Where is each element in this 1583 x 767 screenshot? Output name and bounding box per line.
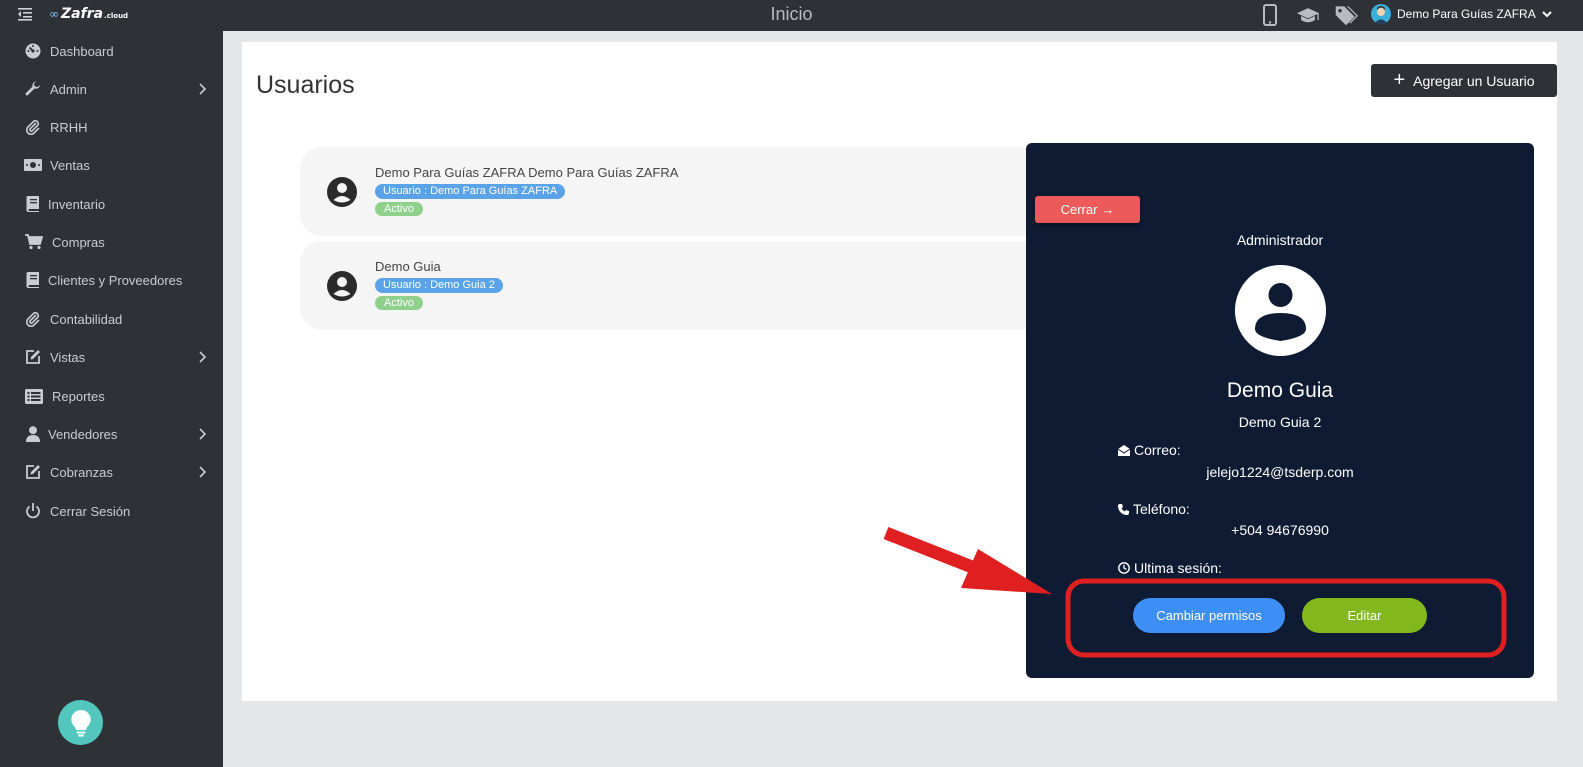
wrench-icon [24,80,42,98]
clock-icon [1118,562,1130,574]
chevron-right-icon [199,466,207,478]
top-icons [1258,3,1358,27]
add-user-button[interactable]: + Agregar un Usuario [1371,64,1557,97]
user-circle-icon [327,177,357,207]
chevron-right-icon [199,83,207,95]
chevron-down-icon [1542,11,1552,18]
sidebar-item-ventas[interactable]: Ventas [0,150,223,180]
list-icon [25,387,43,405]
email-value: jelejo1224@tsderp.com [1206,464,1354,480]
user-name: Demo Para Guías ZAFRA [1397,7,1536,21]
sidebar-item-label: Compras [52,234,105,250]
sidebar-item-vendedores[interactable]: Vendedores [0,419,223,449]
avatar [1371,4,1391,24]
paperclip-icon [24,310,42,328]
help-lightbulb-button[interactable] [58,700,103,745]
book-icon [24,195,42,213]
edit-button[interactable]: Editar [1302,598,1427,633]
logo-text: Zafra [61,6,104,22]
sidebar-item-cobranzas[interactable]: Cobranzas [0,457,223,487]
sidebar-item-inventario[interactable]: Inventario [0,189,223,219]
status-badge: Activo [375,202,423,216]
sidebar-item-reportes[interactable]: Reportes [0,381,223,411]
sidebar-item-compras[interactable]: Compras [0,227,223,257]
money-icon [24,156,42,174]
book-icon [24,271,42,289]
add-user-button-label: Agregar un Usuario [1413,72,1535,89]
lightbulb-icon [70,709,91,736]
sidebar-item-label: Admin [50,81,87,97]
list-item[interactable]: Demo Para Guías ZAFRA Demo Para Guías ZA… [300,147,1040,236]
cart-icon [25,233,43,251]
user-menu[interactable]: Demo Para Guías ZAFRA [1371,4,1552,24]
user-full-name: Demo Guia [375,259,441,274]
list-item[interactable]: Demo Guia Usuario : Demo Guia 2 Activo [300,241,1040,330]
last-session-label: Ultima sesión: [1118,560,1222,576]
role-label: Administrador [1236,232,1324,248]
user-avatar-icon [1235,265,1326,356]
sidebar-item-label: Inventario [48,196,106,212]
menu-toggle-icon[interactable] [18,7,32,21]
page-title: Usuarios [256,71,355,99]
plus-icon: + [1393,68,1406,91]
detail-username: Demo Guia 2 [1238,414,1322,430]
envelope-open-icon [1118,444,1130,456]
sidebar-item-label: Vistas [50,349,86,365]
close-button-label: Cerrar [1060,202,1098,217]
sidebar-item-label: Contabilidad [50,311,123,327]
sidebar-item-label: Reportes [52,388,105,404]
chevron-right-icon [199,428,207,440]
edit-icon [24,348,42,366]
sidebar-item-label: Vendedores [48,426,118,442]
email-label: Correo: [1118,442,1181,458]
graduation-cap-icon[interactable] [1296,3,1320,27]
mobile-icon[interactable] [1258,3,1282,27]
user-icon [24,425,42,443]
arrow-right-icon: → [1101,202,1115,217]
sidebar-item-rrhh[interactable]: RRHH [0,112,223,142]
username-badge: Usuario : Demo Para Guías ZAFRA [375,184,566,199]
user-detail-panel: Cerrar → Administrador Demo Guia Demo Gu… [1026,143,1534,678]
change-permissions-button[interactable]: Cambiar permisos [1133,598,1285,633]
tags-icon[interactable] [1334,3,1358,27]
user-circle-icon [327,271,357,301]
avatar [1235,265,1326,356]
detail-name: Demo Guia [1226,379,1334,402]
logo-mark-icon: ∞ [49,7,59,21]
sidebar-item-dashboard[interactable]: Dashboard [0,36,223,66]
sidebar-item-label: Clientes y Proveedores [48,272,183,288]
edit-icon [24,463,42,481]
sidebar: Dashboard Admin RRHH Ventas Inventario C… [0,31,223,767]
paperclip-icon [24,118,42,136]
power-icon [24,502,42,520]
top-bar: ∞ Zafra .cloud Inicio Demo Para Guías ZA… [0,0,1583,31]
dashboard-icon [24,42,42,60]
phone-icon [1118,503,1129,515]
sidebar-item-clientes-proveedores[interactable]: Clientes y Proveedores [0,265,223,295]
logo-suffix: .cloud [104,12,129,20]
sidebar-item-label: Ventas [50,157,90,173]
sidebar-item-admin[interactable]: Admin [0,74,223,104]
sidebar-item-label: RRHH [50,119,88,135]
sidebar-item-label: Dashboard [50,43,114,59]
chevron-right-icon [199,351,207,363]
user-full-name: Demo Para Guías ZAFRA Demo Para Guías ZA… [375,165,679,180]
close-button[interactable]: Cerrar → [1035,196,1140,223]
sidebar-item-label: Cerrar Sesión [50,503,131,519]
phone-label: Teléfono: [1118,501,1190,517]
username-badge: Usuario : Demo Guia 2 [375,278,503,293]
sidebar-item-vistas[interactable]: Vistas [0,342,223,372]
sidebar-item-contabilidad[interactable]: Contabilidad [0,304,223,334]
status-badge: Activo [375,296,423,310]
sidebar-item-label: Cobranzas [50,464,113,480]
phone-value: +504 94676990 [1231,522,1329,538]
sidebar-item-cerrar-sesion[interactable]: Cerrar Sesión [0,496,223,526]
zafra-logo[interactable]: ∞ Zafra .cloud [49,6,128,22]
